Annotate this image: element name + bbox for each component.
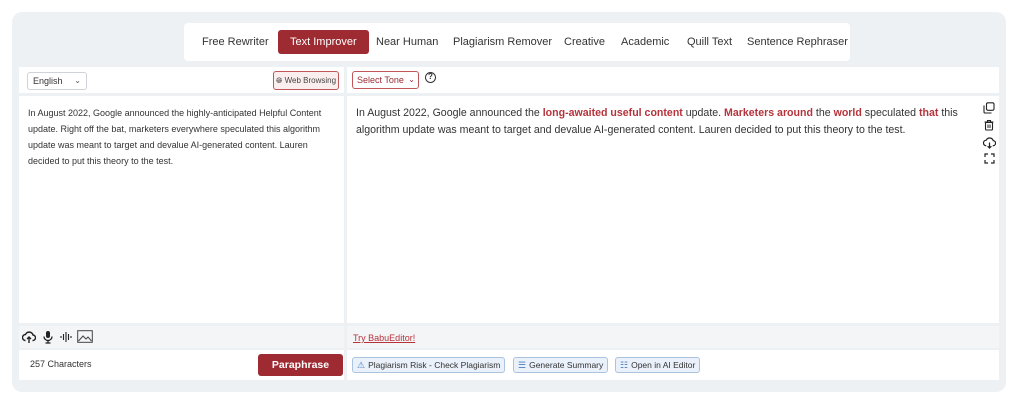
output-link-row: [347, 326, 999, 348]
mode-tab-bar: Free Rewriter Text Improver Near Human P…: [184, 23, 850, 61]
chevron-down-icon: ⌄: [408, 75, 415, 84]
tab-free-rewriter[interactable]: Free Rewriter: [202, 23, 269, 61]
paraphrase-button[interactable]: Paraphrase: [258, 354, 343, 376]
output-header: Select Tone ⌄ ?: [347, 67, 999, 93]
input-header: English ⌄ 🌐︎ Web Browsing: [19, 67, 344, 93]
tab-quill-text[interactable]: Quill Text: [687, 23, 732, 61]
changed-phrase[interactable]: long-awaited useful content: [543, 107, 683, 119]
character-count: 257 Characters: [30, 359, 92, 369]
copy-icon[interactable]: [982, 102, 996, 116]
try-editor-link[interactable]: Try BabuEditor!: [353, 333, 415, 343]
input-text[interactable]: In August 2022, Google announced the hig…: [28, 105, 338, 169]
input-footer: 257 Characters Paraphrase: [19, 350, 344, 380]
output-segment: update.: [682, 107, 725, 119]
open-ai-editor-chip[interactable]: ☷ Open in AI Editor: [615, 357, 701, 373]
generate-summary-chip[interactable]: ☰ Generate Summary: [513, 357, 609, 373]
web-browsing-label: Web Browsing: [284, 76, 337, 85]
tone-placeholder: Select Tone: [357, 75, 404, 85]
tab-near-human[interactable]: Near Human: [376, 23, 438, 61]
output-text-area: In August 2022, Google announced the lon…: [347, 96, 999, 323]
tab-sentence-rephraser[interactable]: Sentence Rephraser: [747, 23, 848, 61]
fullscreen-icon[interactable]: [982, 153, 996, 167]
chip-label: Open in AI Editor: [631, 360, 696, 370]
chip-label: Plagiarism Risk - Check Plagiarism: [368, 360, 501, 370]
warning-icon: ⚠: [357, 360, 366, 370]
plagiarism-check-chip[interactable]: ⚠ Plagiarism Risk - Check Plagiarism: [352, 357, 506, 373]
rewriter-app: Free Rewriter Text Improver Near Human P…: [12, 12, 1006, 392]
output-segment: speculated: [861, 107, 919, 119]
input-text-area[interactable]: In August 2022, Google announced the hig…: [19, 96, 344, 323]
cloud-download-icon[interactable]: [982, 136, 996, 150]
cloud-upload-icon[interactable]: [21, 330, 37, 344]
changed-phrase[interactable]: world: [834, 107, 862, 119]
output-segment: In August 2022, Google announced the: [356, 107, 543, 119]
language-select[interactable]: English ⌄: [27, 72, 87, 90]
image-icon[interactable]: [77, 330, 93, 344]
tab-creative[interactable]: Creative: [564, 23, 605, 61]
input-tools-row: [19, 326, 344, 348]
globe-icon: 🌐︎: [275, 76, 283, 85]
tab-text-improver[interactable]: Text Improver: [278, 30, 369, 54]
chip-label: Generate Summary: [529, 360, 604, 370]
output-segment: the: [812, 107, 834, 119]
audio-wave-icon[interactable]: [60, 330, 72, 344]
web-browsing-button[interactable]: 🌐︎ Web Browsing: [273, 71, 339, 90]
microphone-icon[interactable]: [42, 330, 54, 344]
tab-academic[interactable]: Academic: [621, 23, 669, 61]
tab-plagiarism-remover[interactable]: Plagiarism Remover: [453, 23, 552, 61]
language-value: English: [33, 76, 63, 86]
summary-icon: ☰: [518, 360, 527, 370]
editor-icon: ☷: [620, 360, 629, 370]
tone-select[interactable]: Select Tone ⌄: [352, 71, 419, 89]
chevron-down-icon: ⌄: [74, 76, 81, 85]
changed-phrase[interactable]: Marketers around: [724, 107, 813, 119]
changed-phrase[interactable]: that: [919, 107, 938, 119]
help-icon[interactable]: ?: [425, 72, 436, 83]
output-footer: ⚠ Plagiarism Risk - Check Plagiarism ☰ Gen…: [347, 350, 999, 380]
trash-icon[interactable]: [982, 119, 996, 133]
output-text: In August 2022, Google announced the lon…: [356, 105, 971, 139]
